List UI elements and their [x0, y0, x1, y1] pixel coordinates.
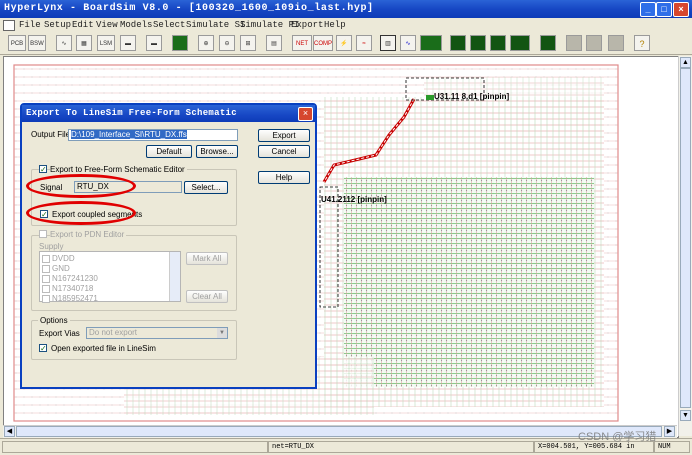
select-signal-button[interactable]: Select... [184, 181, 228, 194]
sim-icon[interactable]: ▥ [380, 35, 396, 51]
output-file-label: Output File [31, 130, 71, 139]
layer-green-icon[interactable]: ▬ [146, 35, 162, 51]
chevron-down-icon: ▼ [217, 328, 227, 338]
menu-help[interactable]: Help [324, 20, 346, 30]
supply-item-dvdd[interactable]: DVDD [42, 253, 75, 263]
waveform-icon[interactable]: ∿ [56, 35, 72, 51]
supply-list[interactable]: DVDD GND N167241230 N17340718 N185952471 [39, 251, 181, 303]
scope-icon[interactable]: ≈ [356, 35, 372, 51]
minimize-button[interactable]: _ [640, 2, 656, 17]
output-file-field[interactable]: D:\109_Interface_SI\RTU_DX.ffs [68, 129, 238, 141]
layer-icon[interactable]: ▬ [120, 35, 136, 51]
scroll-up-icon[interactable]: ▲ [680, 57, 691, 68]
annotation-ring-coupled [26, 201, 136, 225]
csdn-watermark: CSDN @学习猎 [578, 431, 657, 443]
scroll-right-icon[interactable]: ▶ [664, 426, 675, 437]
disabled-tool2-icon [586, 35, 602, 51]
supply-item-n185952471[interactable]: N185952471 [42, 293, 98, 303]
scroll-left-icon[interactable]: ◀ [4, 426, 15, 437]
probe-icon[interactable]: ⚡ [336, 35, 352, 51]
board-icon[interactable]: ▦ [76, 35, 92, 51]
export-button[interactable]: Export [258, 129, 310, 142]
zoom-out-icon[interactable]: ⊖ [219, 35, 235, 51]
menu-setup[interactable]: Setup [44, 20, 71, 30]
toolbar-net-button[interactable]: NET [292, 35, 312, 51]
help-icon[interactable]: ? [634, 35, 650, 51]
crosstalk-icon[interactable] [470, 35, 486, 51]
annotation-ring-signal [26, 174, 136, 198]
cancel-button[interactable]: Cancel [258, 145, 310, 158]
dialog-close-icon[interactable]: × [298, 107, 313, 121]
clear-all-button[interactable]: Clear All [186, 290, 228, 303]
menu-models[interactable]: Models [120, 20, 152, 30]
toolbar-comp-button[interactable]: COMP [313, 35, 333, 51]
menu-simulate-si[interactable]: Simulate SI [186, 20, 245, 30]
spectrum-icon[interactable] [540, 35, 556, 51]
open-exported-checkbox[interactable]: ✓ [39, 344, 47, 353]
menu-bar: File Setup Edit View Models Select Simul… [0, 18, 692, 32]
help-button[interactable]: Help [258, 171, 310, 184]
zoom-fit-icon[interactable]: ⊞ [240, 35, 256, 51]
toolbar: PCB BSW ∿ ▦ LSM ▬ ▬ ⊕ ⊖ ⊞ ▤ NET COMP ⚡ ≈… [0, 32, 692, 55]
export-vias-select[interactable]: Do not export ▼ [86, 327, 228, 339]
net-label-u31: U31.11 8.d1 [pinpin] [434, 92, 510, 101]
export-vias-label: Export Vias [39, 329, 80, 338]
menu-export[interactable]: Export [291, 20, 323, 30]
signal-wave-icon[interactable]: ∿ [400, 35, 416, 51]
horizontal-scroll-thumb[interactable] [16, 426, 662, 437]
export-dialog: Export To LineSim Free-Form Schematic × … [20, 103, 317, 389]
supply-item-n17340718[interactable]: N17340718 [42, 283, 93, 293]
hand-icon [608, 35, 624, 51]
status-empty [2, 441, 268, 453]
zoom-in-icon[interactable]: ⊕ [198, 35, 214, 51]
export-ffs-checkbox[interactable]: ✓ [39, 165, 47, 174]
window-title-bar[interactable]: HyperLynx - BoardSim V8.0 - [100320_1600… [0, 0, 692, 18]
status-net: net=RTU_DX [268, 441, 534, 453]
open-exported-label: Open exported file in LineSim [51, 344, 156, 353]
maximize-button[interactable]: □ [656, 2, 672, 17]
menu-edit[interactable]: Edit [72, 20, 94, 30]
emc-icon[interactable] [490, 35, 506, 51]
vertical-scrollbar[interactable]: ▲ ▼ [678, 56, 692, 436]
browse-button[interactable]: Browse... [196, 145, 238, 158]
options-label: Options [38, 316, 70, 325]
eye-icon[interactable] [510, 35, 530, 51]
supply-list-scrollbar[interactable] [169, 252, 180, 301]
menu-select[interactable]: Select [153, 20, 185, 30]
scroll-down-icon[interactable]: ▼ [680, 410, 691, 421]
export-ffs-label: Export to Free-Form Schematic Editor [50, 165, 187, 174]
options-group [31, 320, 237, 360]
disabled-tool-icon [566, 35, 582, 51]
output-file-value: D:\109_Interface_SI\RTU_DX.ffs [71, 130, 187, 139]
menu-view[interactable]: View [96, 20, 118, 30]
net-label-u41: U41.2112 [pinpin] [321, 195, 387, 204]
close-button[interactable]: × [673, 2, 689, 17]
toolbar-bsw-button[interactable]: BSW [28, 35, 46, 51]
horizontal-scrollbar[interactable]: ◀ ▶ [3, 425, 677, 438]
supply-label: Supply [39, 242, 64, 251]
dialog-title: Export To LineSim Free-Form Schematic [22, 105, 315, 122]
supply-item-gnd[interactable]: GND [42, 263, 70, 273]
terminator-icon[interactable] [420, 35, 442, 51]
mark-all-button[interactable]: Mark All [186, 252, 228, 265]
stackup-icon[interactable] [172, 35, 188, 51]
toolbar-lsm-button[interactable]: LSM [97, 35, 115, 51]
default-button[interactable]: Default [146, 145, 192, 158]
window-title: HyperLynx - BoardSim V8.0 - [100320_1600… [4, 3, 374, 14]
vertical-scroll-thumb[interactable] [680, 68, 691, 408]
supply-item-n167241230[interactable]: N167241230 [42, 273, 98, 283]
grid-icon[interactable]: ▤ [266, 35, 282, 51]
export-pdn-label: Export to PDN Editor [50, 230, 127, 239]
toolbar-pcb-button[interactable]: PCB [8, 35, 26, 51]
status-num: NUM [654, 441, 690, 453]
export-vias-value: Do not export [89, 328, 138, 337]
app-icon [3, 20, 15, 31]
export-pdn-checkbox[interactable] [39, 230, 47, 238]
menu-file[interactable]: File [19, 20, 41, 30]
batch-icon[interactable] [450, 35, 466, 51]
